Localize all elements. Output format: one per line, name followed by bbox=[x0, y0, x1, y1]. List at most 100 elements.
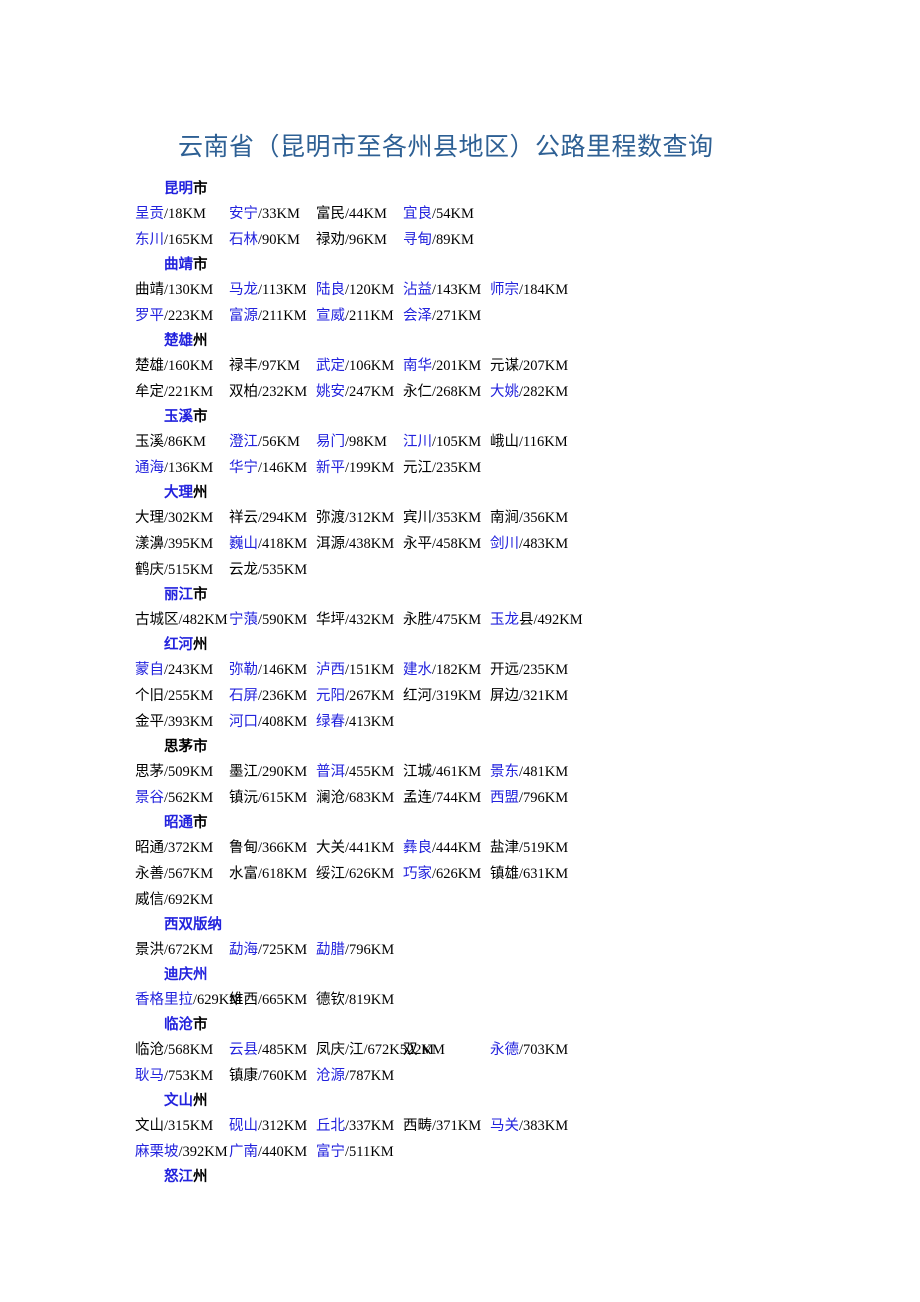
destination-name[interactable]: 通海 bbox=[135, 460, 164, 476]
mileage-entry[interactable]: 安宁/33KM bbox=[229, 201, 316, 227]
destination-name[interactable]: 南华 bbox=[403, 358, 432, 374]
destination-name[interactable]: 勐海 bbox=[229, 942, 258, 958]
mileage-entry[interactable]: 广南/440KM bbox=[229, 1139, 316, 1165]
mileage-entry[interactable]: 麻栗坡/392KM bbox=[135, 1139, 229, 1165]
mileage-entry[interactable]: 孟连/744KM bbox=[403, 785, 490, 811]
mileage-entry[interactable]: 香格里拉/629KM bbox=[135, 987, 242, 1013]
destination-name[interactable]: 河口 bbox=[229, 714, 258, 730]
mileage-entry[interactable]: 永善/567KM bbox=[135, 861, 229, 887]
destination-name[interactable]: 马关 bbox=[490, 1118, 519, 1134]
destination-name[interactable]: 寻甸 bbox=[403, 232, 432, 248]
destination-name[interactable]: 陆良 bbox=[316, 282, 345, 298]
destination-name[interactable]: 耿马 bbox=[135, 1068, 164, 1084]
destination-name[interactable]: 华宁 bbox=[229, 460, 258, 476]
mileage-entry[interactable]: 双 M bbox=[403, 1037, 490, 1063]
mileage-entry[interactable]: 德钦/819KM bbox=[316, 987, 403, 1013]
mileage-entry[interactable]: 大姚/282KM bbox=[490, 379, 610, 405]
mileage-entry[interactable]: 大关/441KM bbox=[316, 835, 403, 861]
mileage-entry[interactable]: 易门/98KM bbox=[316, 429, 403, 455]
mileage-entry[interactable]: 富宁/511KM bbox=[316, 1139, 403, 1165]
mileage-entry[interactable]: 马龙/113KM bbox=[229, 277, 316, 303]
mileage-entry[interactable]: 禄劝/96KM bbox=[316, 227, 403, 253]
destination-name[interactable]: 巧家 bbox=[403, 866, 432, 882]
mileage-entry[interactable]: 文山/315KM bbox=[135, 1113, 229, 1139]
mileage-entry[interactable]: 弥勒/146KM bbox=[229, 657, 316, 683]
mileage-entry[interactable]: 砚山/312KM bbox=[229, 1113, 316, 1139]
destination-name[interactable]: 武定 bbox=[316, 358, 345, 374]
mileage-entry[interactable]: 大理/302KM bbox=[135, 505, 229, 531]
mileage-entry[interactable]: 剑川/483KM bbox=[490, 531, 610, 557]
mileage-entry[interactable]: 景东/481KM bbox=[490, 759, 610, 785]
mileage-entry[interactable]: 楚雄/160KM bbox=[135, 353, 229, 379]
mileage-entry[interactable]: 镇康/760KM bbox=[229, 1063, 316, 1089]
mileage-entry[interactable]: 镇雄/631KM bbox=[490, 861, 610, 887]
mileage-entry[interactable]: 元谋/207KM bbox=[490, 353, 610, 379]
destination-name[interactable]: 普洱 bbox=[316, 764, 345, 780]
mileage-entry[interactable]: 云龙/535KM bbox=[229, 557, 316, 583]
mileage-entry[interactable]: 凤庆/江/672K522KM bbox=[316, 1037, 445, 1063]
destination-name[interactable]: 姚安 bbox=[316, 384, 345, 400]
mileage-entry[interactable]: 曲靖/130KM bbox=[135, 277, 229, 303]
mileage-entry[interactable]: 禄丰/97KM bbox=[229, 353, 316, 379]
mileage-entry[interactable]: 牟定/221KM bbox=[135, 379, 229, 405]
destination-name[interactable]: 沾益 bbox=[403, 282, 432, 298]
destination-name[interactable]: 大姚 bbox=[490, 384, 519, 400]
destination-name[interactable]: 宁蒗 bbox=[229, 612, 258, 628]
mileage-entry[interactable]: 宁蒗/590KM bbox=[229, 607, 316, 633]
mileage-entry[interactable]: 呈贡/18KM bbox=[135, 201, 229, 227]
destination-name[interactable]: 巍山 bbox=[229, 536, 258, 552]
mileage-entry[interactable]: 寻甸/89KM bbox=[403, 227, 490, 253]
mileage-entry[interactable]: 彝良/444KM bbox=[403, 835, 490, 861]
mileage-entry[interactable]: 勐海/725KM bbox=[229, 937, 316, 963]
mileage-entry[interactable]: 开远/235KM bbox=[490, 657, 610, 683]
destination-name[interactable]: 石林 bbox=[229, 232, 258, 248]
destination-name[interactable]: 澄江 bbox=[229, 434, 258, 450]
mileage-entry[interactable]: 石林/90KM bbox=[229, 227, 316, 253]
mileage-entry[interactable]: 墨江/290KM bbox=[229, 759, 316, 785]
mileage-entry[interactable]: 永德/703KM bbox=[490, 1037, 610, 1063]
destination-name[interactable]: 新平 bbox=[316, 460, 345, 476]
destination-name[interactable]: 香格里拉 bbox=[135, 992, 193, 1008]
mileage-entry[interactable]: 马关/383KM bbox=[490, 1113, 610, 1139]
mileage-entry[interactable]: 华宁/146KM bbox=[229, 455, 316, 481]
mileage-entry[interactable]: 金平/393KM bbox=[135, 709, 229, 735]
mileage-entry[interactable]: 丘北/337KM bbox=[316, 1113, 403, 1139]
mileage-entry[interactable]: 盐津/519KM bbox=[490, 835, 610, 861]
destination-name[interactable]: 富宁 bbox=[316, 1144, 345, 1160]
destination-name[interactable]: 彝良 bbox=[403, 840, 432, 856]
destination-name[interactable]: 勐腊 bbox=[316, 942, 345, 958]
mileage-entry[interactable]: 维西/665KM bbox=[229, 987, 316, 1013]
mileage-entry[interactable]: 武定/106KM bbox=[316, 353, 403, 379]
mileage-entry[interactable]: 元江/235KM bbox=[403, 455, 490, 481]
mileage-entry[interactable]: 宣威/211KM bbox=[316, 303, 403, 329]
destination-name[interactable]: 呈贡 bbox=[135, 206, 164, 222]
mileage-entry[interactable]: 勐腊/796KM bbox=[316, 937, 403, 963]
destination-name[interactable]: 罗平 bbox=[135, 308, 164, 324]
mileage-entry[interactable]: 昭通/372KM bbox=[135, 835, 229, 861]
mileage-entry[interactable]: 东川/165KM bbox=[135, 227, 229, 253]
mileage-entry[interactable]: 永仁/268KM bbox=[403, 379, 490, 405]
mileage-entry[interactable]: 会泽/271KM bbox=[403, 303, 490, 329]
mileage-entry[interactable]: 水富/618KM bbox=[229, 861, 316, 887]
destination-name[interactable]: 富源 bbox=[229, 308, 258, 324]
destination-name[interactable]: 泸西 bbox=[316, 662, 345, 678]
destination-name[interactable]: 绿春 bbox=[316, 714, 345, 730]
mileage-entry[interactable]: 南华/201KM bbox=[403, 353, 490, 379]
mileage-entry[interactable]: 屏边/321KM bbox=[490, 683, 610, 709]
mileage-entry[interactable]: 江川/105KM bbox=[403, 429, 490, 455]
mileage-entry[interactable]: 普洱/455KM bbox=[316, 759, 403, 785]
destination-name[interactable]: 蒙自 bbox=[135, 662, 164, 678]
mileage-entry[interactable]: 富民/44KM bbox=[316, 201, 403, 227]
mileage-entry[interactable]: 西畴/371KM bbox=[403, 1113, 490, 1139]
mileage-entry[interactable]: 西盟/796KM bbox=[490, 785, 610, 811]
mileage-entry[interactable]: 绥江/626KM bbox=[316, 861, 403, 887]
mileage-entry[interactable]: 宜良/54KM bbox=[403, 201, 490, 227]
destination-name[interactable]: 江川 bbox=[403, 434, 432, 450]
destination-name[interactable]: 石屏 bbox=[229, 688, 258, 704]
destination-name[interactable]: 安宁 bbox=[229, 206, 258, 222]
destination-name[interactable]: 广南 bbox=[229, 1144, 258, 1160]
destination-name[interactable]: 马龙 bbox=[229, 282, 258, 298]
mileage-entry[interactable]: 陆良/120KM bbox=[316, 277, 403, 303]
mileage-entry[interactable]: 云县/485KM bbox=[229, 1037, 316, 1063]
destination-name[interactable]: 沧源 bbox=[316, 1068, 345, 1084]
